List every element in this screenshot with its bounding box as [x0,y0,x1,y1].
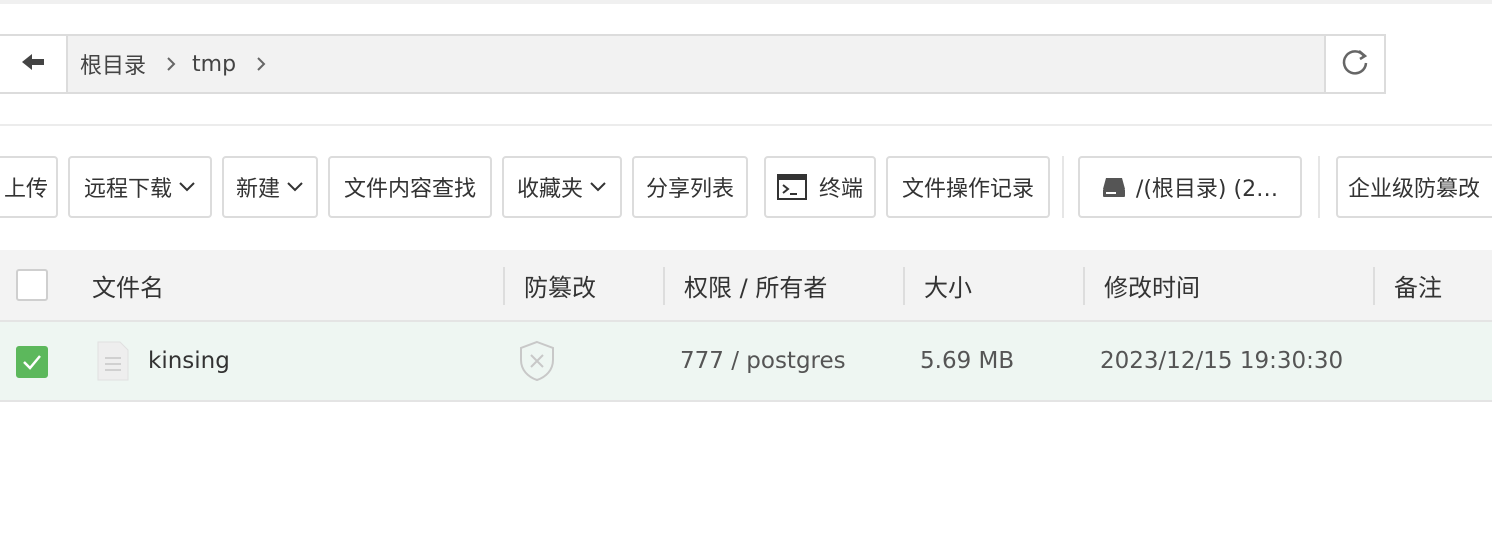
file-icon [96,322,130,400]
column-separator [1373,267,1375,305]
refresh-icon [1340,47,1370,81]
column-header-permission[interactable]: 权限 / 所有者 [684,250,827,320]
path-bar: 根目录 tmp [0,34,1386,94]
new-button[interactable]: 新建 [222,156,318,218]
upload-button[interactable]: 上传 [0,156,58,218]
checkmark-icon [22,354,42,370]
disk-label: /(根目录) (2… [1135,177,1279,202]
terminal-label: 终端 [818,177,863,202]
breadcrumb: 根目录 tmp [66,34,1326,94]
chevron-down-icon [286,181,304,193]
column-header-tamper[interactable]: 防篡改 [524,250,596,320]
breadcrumb-item-tmp[interactable]: tmp [192,52,236,77]
arrow-left-icon [20,52,46,76]
share-list-button[interactable]: 分享列表 [632,156,748,218]
modified-time: 2023/12/15 19:30:30 [1100,348,1344,374]
file-size: 5.69 MB [920,348,1015,374]
file-name[interactable]: kinsing [148,322,230,400]
chevron-right-icon [256,56,266,72]
toolbar: 上传 远程下载 新建 文件内容查找 收藏夹 分享列表 终端 文件操作记录 /(根… [0,156,1492,218]
favorites-button[interactable]: 收藏夹 [502,156,622,218]
divider [0,124,1492,126]
terminal-icon [776,174,807,200]
row-checkbox[interactable] [16,346,48,378]
table-row[interactable]: kinsing 777 / postgres 5.69 MB 2023/12/1… [0,322,1492,402]
toolbar-separator [1318,156,1320,218]
remote-download-button[interactable]: 远程下载 [68,156,212,218]
shield-off-icon[interactable] [518,322,556,400]
breadcrumb-item-root[interactable]: 根目录 [80,48,146,80]
column-separator [1083,267,1085,305]
select-all-checkbox[interactable] [16,269,48,301]
column-header-name[interactable]: 文件名 [92,250,164,320]
tamper-proof-button[interactable]: 企业级防篡改 [1336,156,1492,218]
disk-button[interactable]: /(根目录) (2… [1078,156,1302,218]
chevron-right-icon [166,56,176,72]
favorites-label: 收藏夹 [516,177,583,202]
permission-owner[interactable]: 777 / postgres [680,322,846,400]
column-separator [503,267,505,305]
chevron-down-icon [589,181,607,193]
operation-log-label: 文件操作记录 [901,177,1034,202]
remote-download-label: 远程下载 [83,177,172,202]
table-header: 文件名 防篡改 权限 / 所有者 大小 修改时间 备注 [0,250,1492,322]
disk-icon [1102,176,1126,198]
content-search-label: 文件内容查找 [343,177,476,202]
column-header-size[interactable]: 大小 [924,250,972,320]
operation-log-button[interactable]: 文件操作记录 [886,156,1050,218]
top-strip [0,0,1492,4]
content-search-button[interactable]: 文件内容查找 [328,156,492,218]
share-list-label: 分享列表 [645,177,734,202]
toolbar-separator [1062,156,1064,218]
back-button[interactable] [0,34,66,94]
chevron-down-icon [178,181,196,193]
column-separator [663,267,665,305]
column-header-modified[interactable]: 修改时间 [1104,250,1200,320]
new-label: 新建 [235,177,280,202]
refresh-button[interactable] [1326,34,1386,94]
tamper-proof-label: 企业级防篡改 [1348,177,1481,202]
upload-label: 上传 [3,177,48,202]
column-separator [903,267,905,305]
terminal-button[interactable]: 终端 [764,156,876,218]
column-header-note[interactable]: 备注 [1394,250,1442,320]
